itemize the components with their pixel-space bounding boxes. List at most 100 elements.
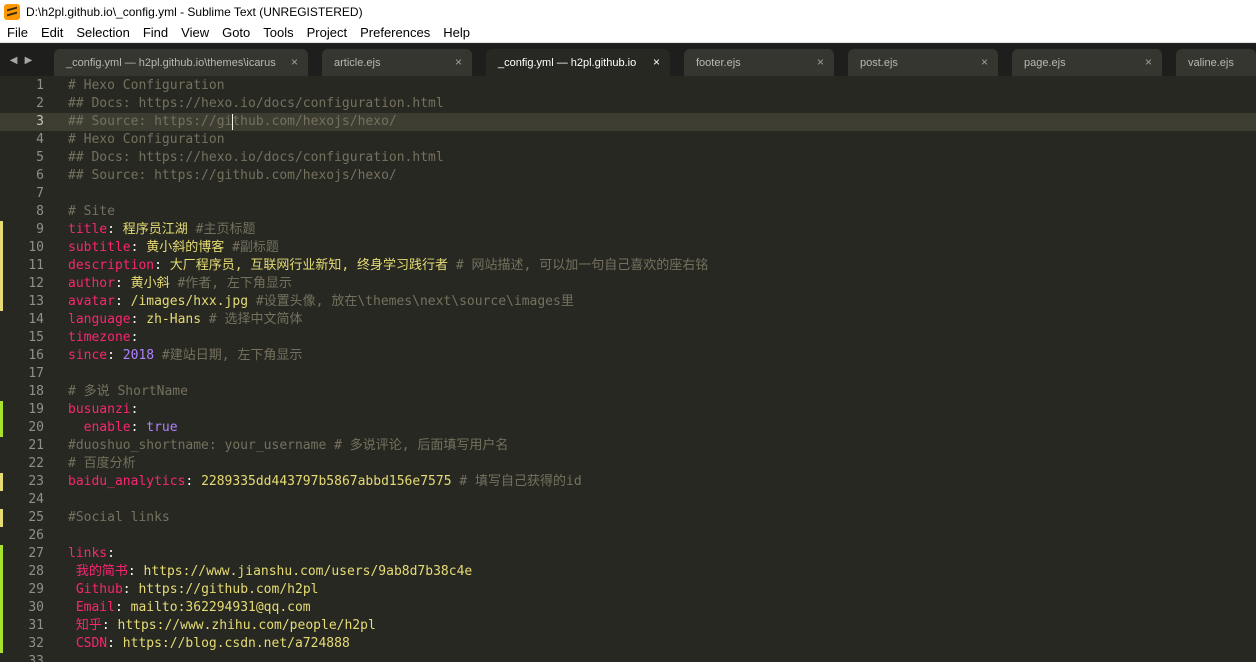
- code-line[interactable]: 19 busuanzi:: [0, 401, 1256, 419]
- close-icon[interactable]: ×: [1145, 55, 1152, 69]
- code-line[interactable]: 3 ## Source: https://github.com/hexojs/he…: [0, 113, 1256, 131]
- line-number: 27: [28, 546, 44, 561]
- line-code: language: zh-Hans # 选择中文简体: [68, 311, 303, 329]
- code-line[interactable]: 26: [0, 527, 1256, 545]
- code-line[interactable]: 15 timezone:: [0, 329, 1256, 347]
- code-line[interactable]: 24: [0, 491, 1256, 509]
- code-line[interactable]: 22 # 百度分析: [0, 455, 1256, 473]
- menu-file[interactable]: File: [0, 25, 34, 40]
- menu-preferences[interactable]: Preferences: [353, 25, 436, 40]
- token-comment: #主页标题: [195, 222, 256, 237]
- tab-scroll-arrows-icon[interactable]: ◀ ▶: [0, 44, 44, 76]
- token-comment: ## Docs: https://hexo.io/docs/configurat…: [68, 96, 444, 111]
- menu-bar: File Edit Selection Find View Goto Tools…: [0, 23, 1256, 43]
- tab-article-ejs[interactable]: article.ejs ×: [322, 49, 472, 76]
- menu-help[interactable]: Help: [436, 25, 476, 40]
- close-icon[interactable]: ×: [653, 55, 660, 69]
- code-line[interactable]: 6 ## Source: https://github.com/hexojs/he…: [0, 167, 1256, 185]
- close-icon[interactable]: ×: [455, 55, 462, 69]
- code-line[interactable]: 18 # 多说 ShortName: [0, 383, 1256, 401]
- token-plain: :: [107, 348, 123, 363]
- code-line[interactable]: 25 #Social links: [0, 509, 1256, 527]
- code-line[interactable]: 7: [0, 185, 1256, 203]
- code-line[interactable]: 16 since: 2018 #建站日期, 左下角显示: [0, 347, 1256, 365]
- code-line[interactable]: 21 #duoshuo_shortname: your_username # 多说…: [0, 437, 1256, 455]
- token-key: title: [68, 222, 108, 237]
- menu-goto[interactable]: Goto: [215, 25, 256, 40]
- line-number: 10: [28, 240, 44, 255]
- code-line[interactable]: 1 # Hexo Configuration: [0, 77, 1256, 95]
- close-icon[interactable]: ×: [817, 55, 824, 69]
- code-line[interactable]: 23 baidu_analytics: 2289335dd443797b5867a…: [0, 473, 1256, 491]
- token-str: https://www.zhihu.com/people/h2pl: [117, 618, 376, 633]
- code-editor[interactable]: 1 # Hexo Configuration 2 ## Docs: https://h…: [0, 76, 1256, 662]
- line-code: # Hexo Configuration: [68, 77, 225, 95]
- line-number: 2: [36, 96, 44, 111]
- tab-label: _config.yml — h2pl.github.io\themes\icar…: [66, 56, 276, 69]
- menu-project[interactable]: Project: [300, 25, 353, 40]
- code-line[interactable]: 32 CSDN: https://blog.csdn.net/a724888: [0, 635, 1256, 653]
- tab-config-icarus[interactable]: _config.yml — h2pl.github.io\themes\icar…: [54, 49, 308, 76]
- line-code: Email: mailto:362294931@qq.com: [68, 599, 311, 617]
- token-plain: :: [130, 420, 147, 435]
- token-key: 知乎: [75, 618, 102, 633]
- tab-footer-ejs[interactable]: footer.ejs ×: [684, 49, 834, 76]
- code-line[interactable]: 30 Email: mailto:362294931@qq.com: [0, 599, 1256, 617]
- menu-tools[interactable]: Tools: [256, 25, 299, 40]
- tab-config-root[interactable]: _config.yml — h2pl.github.io ×: [486, 49, 670, 76]
- line-number: 21: [28, 438, 44, 453]
- line-number: 31: [28, 618, 44, 633]
- code-line[interactable]: 20 enable: true: [0, 419, 1256, 437]
- line-number: 15: [28, 330, 44, 345]
- code-line[interactable]: 11 description: 大厂程序员, 互联网行业新知, 终身学习践行者 #…: [0, 257, 1256, 275]
- line-code: 知乎: https://www.zhihu.com/people/h2pl: [68, 617, 376, 635]
- token-key: timezone: [68, 330, 131, 345]
- code-line[interactable]: 5 ## Docs: https://hexo.io/docs/configura…: [0, 149, 1256, 167]
- close-icon[interactable]: ×: [291, 55, 298, 69]
- token-str: https://www.jianshu.com/users/9ab8d7b38c…: [143, 564, 473, 579]
- tab-post-ejs[interactable]: post.ejs ×: [848, 49, 998, 76]
- code-line[interactable]: 28 我的简书: https://www.jianshu.com/users/9…: [0, 563, 1256, 581]
- token-key: busuanzi: [68, 402, 131, 417]
- code-line[interactable]: 31 知乎: https://www.zhihu.com/people/h2pl: [0, 617, 1256, 635]
- code-line[interactable]: 8 # Site: [0, 203, 1256, 221]
- token-num: 2018: [122, 348, 155, 363]
- code-line[interactable]: 13 avatar: /images/hxx.jpg #设置头像, 放在\them…: [0, 293, 1256, 311]
- code-line[interactable]: 4 # Hexo Configuration: [0, 131, 1256, 149]
- token-plain: :: [154, 258, 170, 273]
- text-cursor: [232, 114, 233, 130]
- line-number: 18: [28, 384, 44, 399]
- code-line[interactable]: 29 Github: https://github.com/h2pl: [0, 581, 1256, 599]
- line-code: timezone:: [68, 329, 138, 347]
- tab-valine-ejs[interactable]: valine.ejs: [1176, 49, 1256, 76]
- line-number: 16: [28, 348, 44, 363]
- code-line[interactable]: 33: [0, 653, 1256, 662]
- menu-view[interactable]: View: [174, 25, 215, 40]
- code-line[interactable]: 17: [0, 365, 1256, 383]
- tab-page-ejs[interactable]: page.ejs ×: [1012, 49, 1162, 76]
- token-comment: #建站日期, 左下角显示: [154, 348, 303, 363]
- code-line[interactable]: 12 author: 黄小斜 #作者, 左下角显示: [0, 275, 1256, 293]
- code-line[interactable]: 9 title: 程序员江湖 #主页标题: [0, 221, 1256, 239]
- line-code: enable: true: [68, 419, 178, 437]
- tab-label: page.ejs: [1024, 56, 1066, 69]
- menu-selection[interactable]: Selection: [69, 25, 135, 40]
- line-code: # 百度分析: [68, 455, 136, 473]
- line-number: 5: [36, 150, 44, 165]
- token-str: 大厂程序员, 互联网行业新知, 终身学习践行者: [169, 258, 456, 273]
- code-line[interactable]: 14 language: zh-Hans # 选择中文简体: [0, 311, 1256, 329]
- code-line[interactable]: 10 subtitle: 黄小斜的博客 #副标题: [0, 239, 1256, 257]
- menu-edit[interactable]: Edit: [34, 25, 69, 40]
- close-icon[interactable]: ×: [981, 55, 988, 69]
- code-line[interactable]: 2 ## Docs: https://hexo.io/docs/configura…: [0, 95, 1256, 113]
- line-number: 13: [28, 294, 44, 309]
- token-key: enable: [83, 420, 131, 435]
- line-number: 7: [36, 186, 44, 201]
- token-plain: :: [130, 240, 147, 255]
- menu-find[interactable]: Find: [136, 25, 174, 40]
- line-number: 8: [36, 204, 44, 219]
- code-line[interactable]: 27 links:: [0, 545, 1256, 563]
